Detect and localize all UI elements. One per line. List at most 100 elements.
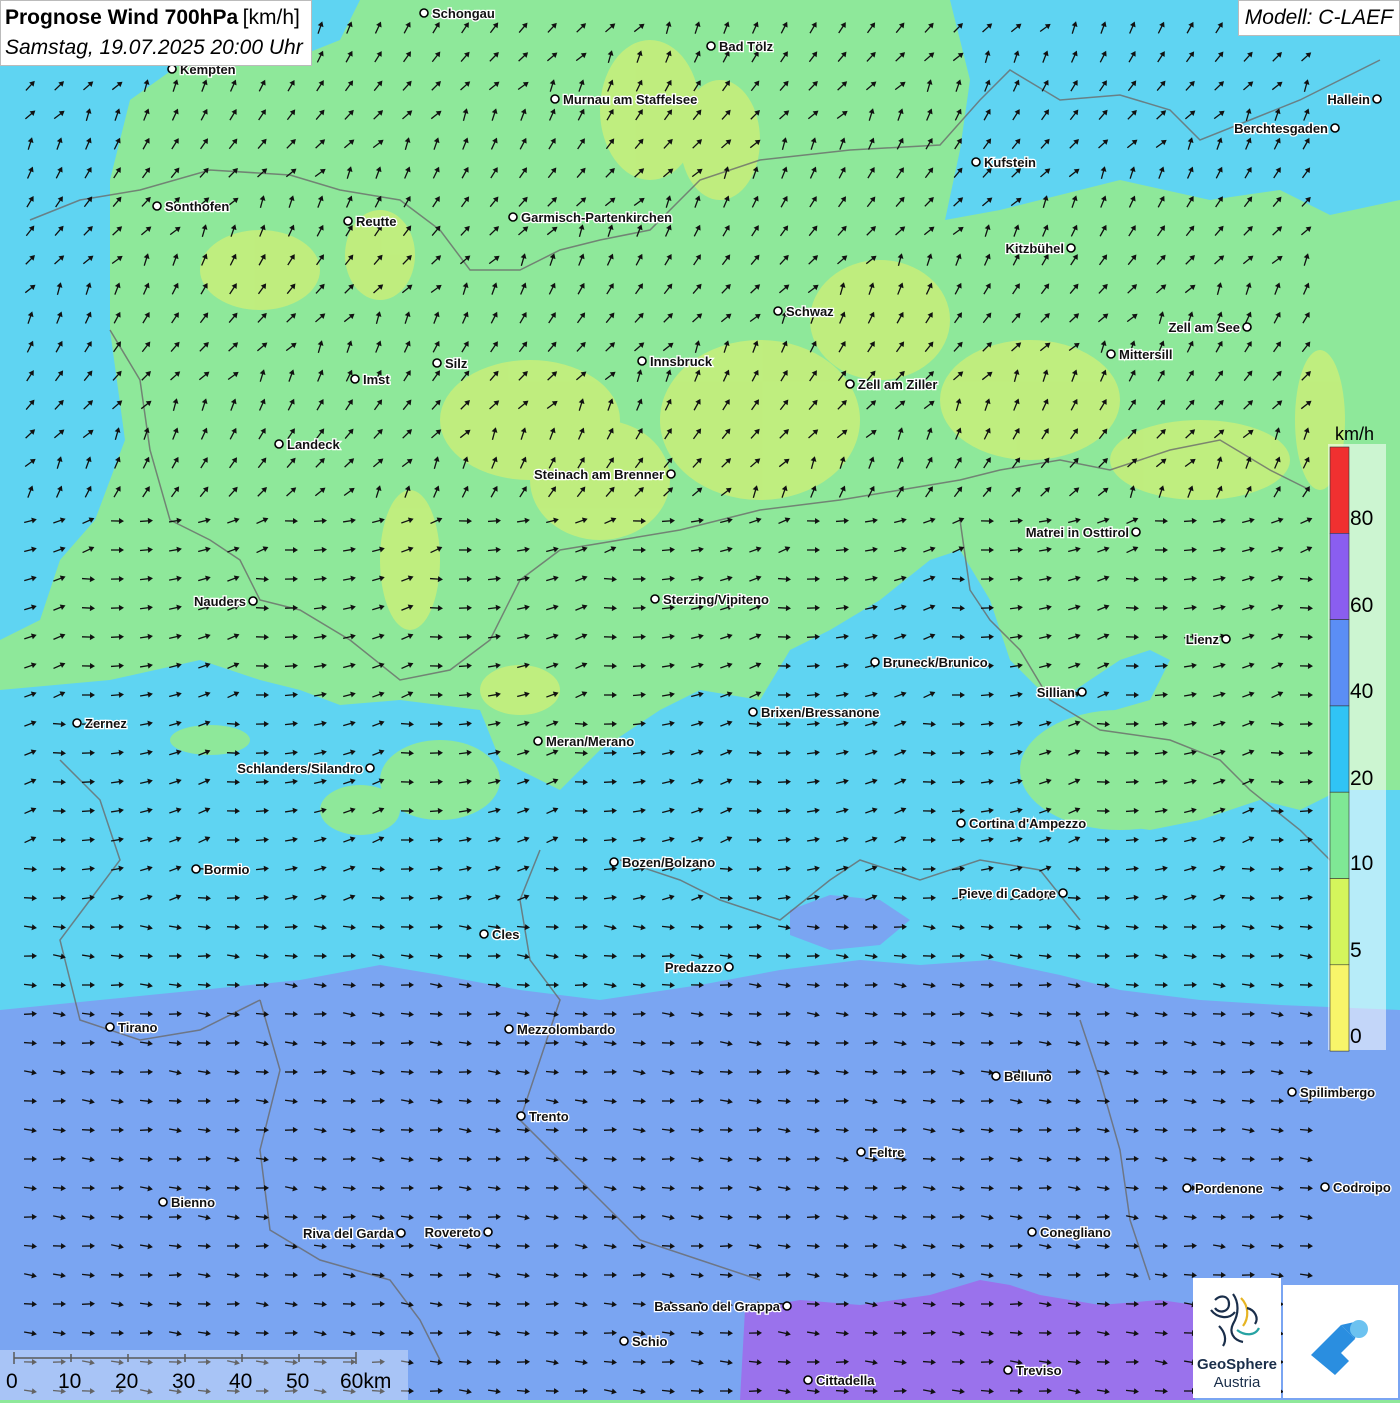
city-label: Mezzolombardo [517, 1022, 615, 1037]
city-marker[interactable]: Schongau [420, 6, 495, 21]
city-label: Sterzing/Vipiteno [663, 592, 769, 607]
city-marker[interactable]: Innsbruck [638, 354, 713, 369]
legend-segment [1330, 706, 1349, 792]
city-label: Belluno [1004, 1069, 1052, 1084]
city-label: Schongau [432, 6, 495, 21]
city-dot [972, 158, 980, 166]
wind-map[interactable]: SchongauBad TölzKemptenMurnau am Staffel… [0, 0, 1400, 1400]
city-dot [397, 1229, 405, 1237]
city-label: Zell am Ziller [858, 377, 937, 392]
city-marker[interactable]: Sonthofen [153, 199, 229, 214]
city-marker[interactable]: Meran/Merano [534, 734, 634, 749]
city-dot [534, 737, 542, 745]
legend-unit: km/h [1335, 424, 1374, 445]
legend-segment [1330, 620, 1349, 706]
city-label: Cles [492, 927, 519, 942]
city-label: Garmisch-Partenkirchen [521, 210, 672, 225]
city-label: Schlanders/Silandro [237, 761, 363, 776]
city-dot [1028, 1228, 1036, 1236]
city-marker[interactable]: Mezzolombardo [505, 1022, 615, 1037]
city-marker[interactable]: Zell am Ziller [846, 377, 937, 392]
city-dot [1078, 688, 1086, 696]
city-label: Pieve di Cadore [958, 886, 1056, 901]
legend-segment [1330, 792, 1349, 878]
city-dot [651, 595, 659, 603]
city-dot [1222, 635, 1230, 643]
app-logo[interactable] [1283, 1285, 1398, 1398]
legend-tick-label: 80 [1350, 507, 1373, 531]
city-dot [1373, 95, 1381, 103]
city-label: Cittadella [816, 1373, 875, 1388]
city-label: Bormio [204, 862, 250, 877]
legend-tick-label: 0 [1350, 1025, 1362, 1049]
city-dot [1107, 350, 1115, 358]
city-dot [1059, 889, 1067, 897]
city-dot [351, 375, 359, 383]
city-dot [1132, 528, 1140, 536]
app-arrow-icon [1283, 1285, 1398, 1398]
city-marker[interactable]: Cortina d'Ampezzo [957, 816, 1086, 831]
city-label: Mittersill [1119, 347, 1172, 362]
city-marker[interactable]: Garmisch-Partenkirchen [509, 210, 672, 225]
city-label: Meran/Merano [546, 734, 634, 749]
city-label: Silz [445, 356, 468, 371]
city-dot [275, 440, 283, 448]
city-marker[interactable]: Bozen/Bolzano [610, 855, 715, 870]
city-label: Riva del Garda [303, 1226, 395, 1241]
map-title: Prognose Wind 700hPa [5, 6, 238, 29]
city-dot [725, 963, 733, 971]
city-marker[interactable]: Brixen/Bressanone [749, 705, 880, 720]
city-label: Berchtesgaden [1234, 121, 1328, 136]
city-dot [707, 42, 715, 50]
city-label: Kufstein [984, 155, 1036, 170]
scale-label-20: 20 [115, 1370, 138, 1394]
city-dot [1067, 244, 1075, 252]
city-dot [846, 380, 854, 388]
city-dot [804, 1376, 812, 1384]
title-box: Prognose Wind 700hPa [km/h] Samstag, 19.… [0, 0, 312, 66]
city-dot [1321, 1183, 1329, 1191]
city-dot [638, 357, 646, 365]
city-label: Tirano [118, 1020, 158, 1035]
city-marker[interactable]: Matrei in Osttirol [1026, 525, 1140, 540]
city-marker[interactable]: Steinach am Brenner [534, 467, 675, 482]
city-label: Bienno [171, 1195, 215, 1210]
city-label: Treviso [1016, 1363, 1062, 1378]
city-marker[interactable]: Schlanders/Silandro [237, 761, 374, 776]
city-marker[interactable]: Sterzing/Vipiteno [651, 592, 769, 607]
forecast-datetime: Samstag, 19.07.2025 20:00 Uhr [5, 34, 303, 62]
city-dot [871, 658, 879, 666]
city-marker[interactable]: Murnau am Staffelsee [551, 92, 697, 107]
city-marker[interactable]: Bassano del Grappa [654, 1299, 791, 1314]
geosphere-logo[interactable]: GeoSphere Austria [1193, 1278, 1281, 1398]
city-marker[interactable]: Zell am See [1168, 320, 1251, 335]
scale-label-50: 50 [286, 1370, 309, 1394]
city-marker[interactable]: Riva del Garda [303, 1226, 405, 1241]
city-dot [433, 359, 441, 367]
city-marker[interactable]: Berchtesgaden [1234, 121, 1339, 136]
city-marker[interactable]: Pordenone [1183, 1181, 1263, 1196]
legend-segment [1330, 533, 1349, 619]
city-label: Reutte [356, 214, 396, 229]
legend-tick-label: 10 [1350, 852, 1373, 876]
city-label: Pordenone [1195, 1181, 1263, 1196]
scale-label-10: 10 [58, 1370, 81, 1394]
city-label: Lienz [1186, 632, 1220, 647]
city-marker[interactable]: Spilimbergo [1288, 1085, 1375, 1100]
scale-bar: 0 10 20 30 40 50 60km [0, 1350, 408, 1400]
city-label: Zernez [85, 716, 127, 731]
city-label: Matrei in Osttirol [1026, 525, 1129, 540]
map-unit: [km/h] [243, 6, 300, 29]
city-label: Bad Tölz [719, 39, 774, 54]
city-label: Zell am See [1168, 320, 1240, 335]
city-dot [153, 202, 161, 210]
city-dot [480, 930, 488, 938]
city-label: Schwaz [786, 304, 834, 319]
city-marker[interactable]: Pieve di Cadore [958, 886, 1067, 901]
legend-tick-label: 5 [1350, 939, 1362, 963]
city-label: Imst [363, 372, 390, 387]
city-dot [168, 65, 176, 73]
city-marker[interactable]: Bruneck/Brunico [871, 655, 988, 670]
city-dot [509, 213, 517, 221]
city-marker[interactable]: Conegliano [1028, 1225, 1111, 1240]
